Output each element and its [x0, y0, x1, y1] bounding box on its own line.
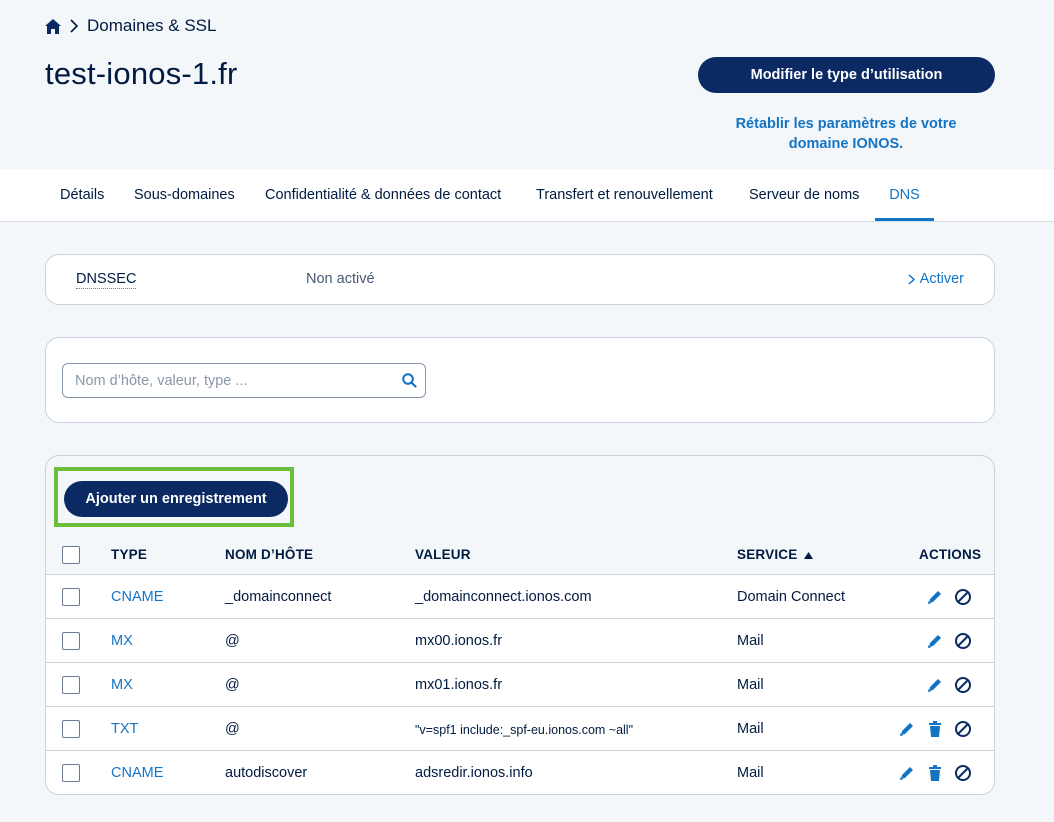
records-body: CNAME _domainconnect _domainconnect.iono… — [46, 575, 994, 794]
tab-subdomains[interactable]: Sous-domaines — [134, 169, 235, 221]
edit-icon[interactable] — [926, 676, 944, 694]
column-type[interactable]: TYPE — [111, 547, 147, 562]
search-icon[interactable] — [402, 373, 417, 393]
edit-icon[interactable] — [926, 588, 944, 606]
record-value: adsredir.ionos.info — [415, 765, 533, 781]
record-service: Mail — [737, 721, 764, 737]
record-value: mx00.ionos.fr — [415, 633, 503, 649]
record-type[interactable]: TXT — [111, 721, 138, 737]
search-box — [62, 363, 426, 398]
dnssec-activate-label: Activer — [919, 271, 964, 287]
disable-icon[interactable] — [954, 720, 972, 738]
record-host: @ — [225, 633, 240, 649]
tab-bar: Détails Sous-domaines Confidentialité & … — [0, 169, 1054, 222]
edit-icon[interactable] — [898, 720, 916, 738]
sort-ascending-icon — [804, 552, 814, 559]
add-record-highlight: Ajouter un enregistrement — [54, 467, 294, 527]
record-service: Mail — [737, 765, 764, 781]
column-host[interactable]: NOM D’HÔTE — [225, 547, 313, 562]
chevron-right-icon — [69, 19, 79, 33]
breadcrumb-current[interactable]: Domaines & SSL — [87, 16, 216, 36]
record-type[interactable]: CNAME — [111, 589, 163, 605]
disable-icon[interactable] — [954, 632, 972, 650]
row-checkbox[interactable] — [62, 588, 80, 606]
record-type[interactable]: MX — [111, 677, 133, 693]
edit-icon[interactable] — [898, 764, 916, 782]
dnssec-card: DNSSEC Non activé Activer — [45, 254, 995, 305]
row-checkbox[interactable] — [62, 632, 80, 650]
record-host: @ — [225, 677, 240, 693]
record-service: Mail — [737, 633, 764, 649]
dnssec-label[interactable]: DNSSEC — [76, 271, 137, 289]
column-service-label: SERVICE — [737, 547, 798, 562]
table-row: MX @ mx00.ionos.fr Mail — [46, 619, 994, 663]
row-checkbox[interactable] — [62, 676, 80, 694]
page-title: test-ionos-1.fr — [45, 56, 238, 91]
record-host: autodiscover — [225, 765, 308, 781]
record-value: _domainconnect.ionos.com — [415, 589, 592, 605]
column-actions: ACTIONS — [919, 547, 982, 562]
home-icon[interactable] — [45, 18, 61, 34]
page-header: Domaines & SSL test-ionos-1.fr Modifier … — [0, 0, 1054, 169]
select-all-checkbox[interactable] — [62, 546, 80, 564]
table-row: CNAME autodiscover adsredir.ionos.info M… — [46, 751, 994, 794]
record-type[interactable]: CNAME — [111, 765, 163, 781]
tab-privacy-contact[interactable]: Confidentialité & données de contact — [265, 169, 501, 221]
record-value: mx01.ionos.fr — [415, 677, 503, 693]
record-type[interactable]: MX — [111, 633, 133, 649]
dnssec-activate-link[interactable]: Activer — [908, 271, 964, 287]
disable-icon[interactable] — [954, 764, 972, 782]
table-row: CNAME _domainconnect _domainconnect.iono… — [46, 575, 994, 619]
table-row: TXT @ "v=spf1 include:_spf-eu.ionos.com … — [46, 707, 994, 751]
row-checkbox[interactable] — [62, 764, 80, 782]
breadcrumb: Domaines & SSL — [45, 16, 216, 36]
tab-details[interactable]: Détails — [60, 169, 104, 221]
record-value: "v=spf1 include:_spf-eu.ionos.com ~all" — [415, 723, 634, 737]
disable-icon[interactable] — [954, 588, 972, 606]
record-search-input[interactable] — [63, 364, 383, 397]
change-usage-type-button[interactable]: Modifier le type d’utilisation — [698, 57, 995, 93]
column-service[interactable]: SERVICE — [737, 547, 814, 562]
record-service: Domain Connect — [737, 589, 845, 605]
table-row: MX @ mx01.ionos.fr Mail — [46, 663, 994, 707]
record-host: _domainconnect — [225, 589, 332, 605]
edit-icon[interactable] — [926, 632, 944, 650]
chevron-right-icon — [908, 273, 915, 285]
tab-transfer-renewal[interactable]: Transfert et renouvellement — [536, 169, 713, 221]
record-service: Mail — [737, 677, 764, 693]
tab-dns[interactable]: DNS — [875, 169, 934, 221]
delete-icon[interactable] — [926, 720, 944, 738]
delete-icon[interactable] — [926, 764, 944, 782]
dns-records-card: Ajouter un enregistrement TYPE NOM D’HÔT… — [45, 455, 995, 795]
search-card — [45, 337, 995, 423]
row-checkbox[interactable] — [62, 720, 80, 738]
record-host: @ — [225, 721, 240, 737]
tab-nameservers[interactable]: Serveur de noms — [749, 169, 859, 221]
column-value[interactable]: VALEUR — [415, 547, 471, 562]
restore-settings-link[interactable]: Rétablir les paramètres de votre domaine… — [720, 114, 972, 154]
table-header: TYPE NOM D’HÔTE VALEUR SERVICE ACTIONS — [46, 541, 994, 575]
dnssec-status: Non activé — [306, 271, 375, 287]
disable-icon[interactable] — [954, 676, 972, 694]
add-record-button[interactable]: Ajouter un enregistrement — [64, 481, 288, 517]
